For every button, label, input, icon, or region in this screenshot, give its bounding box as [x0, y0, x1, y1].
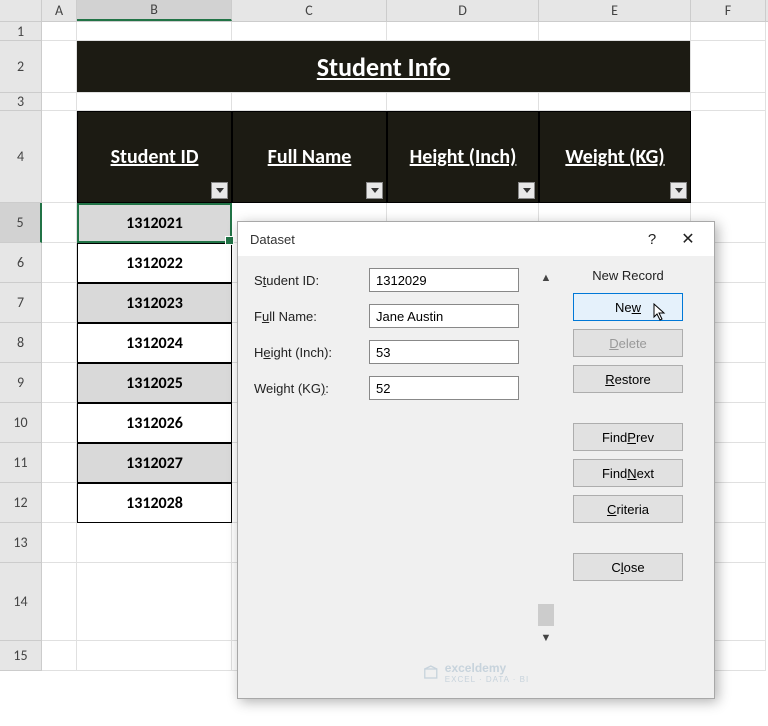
filter-dropdown-icon[interactable]	[518, 182, 535, 199]
col-header-d[interactable]: D	[387, 0, 539, 21]
scroll-up-icon[interactable]: ▲	[541, 272, 552, 284]
cursor-pointer-icon	[653, 303, 669, 323]
data-form-dialog: Dataset ? ✕ Student ID: Full Name: Heigh…	[237, 221, 715, 699]
restore-button[interactable]: Restore	[573, 365, 683, 393]
weight-label: Weight (KG):	[254, 381, 369, 396]
col-header-a[interactable]: A	[42, 0, 77, 21]
row-header-11[interactable]: 11	[0, 443, 42, 483]
delete-button: Delete	[573, 329, 683, 357]
student-id-input[interactable]	[369, 268, 519, 292]
table-header-full-name: Full Name	[232, 111, 387, 203]
col-header-c[interactable]: C	[232, 0, 387, 21]
row-header-15[interactable]: 15	[0, 641, 42, 671]
watermark-logo: exceldemy EXCEL · DATA · BI	[423, 661, 529, 684]
watermark-icon	[423, 665, 439, 681]
weight-input[interactable]	[369, 376, 519, 400]
cell-b7[interactable]: 1312023	[77, 283, 232, 323]
scroll-down-icon[interactable]: ▼	[541, 632, 552, 644]
row-header-2[interactable]: 2	[0, 41, 42, 93]
record-status: New Record	[592, 268, 664, 283]
scroll-thumb[interactable]	[538, 604, 554, 626]
page-title: Student Info	[77, 41, 691, 93]
col-header-b[interactable]: B	[77, 0, 232, 21]
row-header-7[interactable]: 7	[0, 283, 42, 323]
help-button[interactable]: ?	[634, 225, 670, 253]
col-header-e[interactable]: E	[539, 0, 691, 21]
col-header-f[interactable]: F	[691, 0, 766, 21]
row-header-12[interactable]: 12	[0, 483, 42, 523]
cell-b6[interactable]: 1312022	[77, 243, 232, 283]
table-header-student-id: Student ID	[77, 111, 232, 203]
header-label: Weight (KG)	[565, 145, 664, 169]
row-header-1[interactable]: 1	[0, 22, 42, 41]
column-headers: A B C D E F	[0, 0, 768, 22]
cell-b12[interactable]: 1312028	[77, 483, 232, 523]
table-header-weight: Weight (KG)	[539, 111, 691, 203]
dialog-buttons: New Record New Delete Restore Find Prev …	[563, 268, 693, 668]
close-button[interactable]: ✕	[670, 225, 706, 253]
cell-b8[interactable]: 1312024	[77, 323, 232, 363]
new-button[interactable]: New	[573, 293, 683, 321]
row-header-6[interactable]: 6	[0, 243, 42, 283]
filter-dropdown-icon[interactable]	[670, 182, 687, 199]
row-header-13[interactable]: 13	[0, 523, 42, 563]
row-header-14[interactable]: 14	[0, 563, 42, 641]
table-header-height: Height (Inch)	[387, 111, 539, 203]
select-all-corner[interactable]	[0, 0, 42, 21]
student-id-label: Student ID:	[254, 273, 369, 288]
row-header-5[interactable]: 5	[0, 203, 42, 243]
header-label: Student ID	[111, 145, 199, 169]
filter-dropdown-icon[interactable]	[211, 182, 228, 199]
filter-dropdown-icon[interactable]	[366, 182, 383, 199]
cell-b10[interactable]: 1312026	[77, 403, 232, 443]
header-label: Height (Inch)	[410, 145, 517, 169]
cell-b9[interactable]: 1312025	[77, 363, 232, 403]
row-header-3[interactable]: 3	[0, 93, 42, 111]
row-header-9[interactable]: 9	[0, 363, 42, 403]
row-header-8[interactable]: 8	[0, 323, 42, 363]
cell-b11[interactable]: 1312027	[77, 443, 232, 483]
find-next-button[interactable]: Find Next	[573, 459, 683, 487]
full-name-label: Full Name:	[254, 309, 369, 324]
row-header-10[interactable]: 10	[0, 403, 42, 443]
row-header-4[interactable]: 4	[0, 111, 42, 203]
height-label: Height (Inch):	[254, 345, 369, 360]
record-scrollbar[interactable]: ▲ ▼	[537, 268, 555, 668]
cell-b5[interactable]: 1312021	[77, 203, 232, 243]
form-fields: Student ID: Full Name: Height (Inch): We…	[254, 268, 529, 668]
dialog-title: Dataset	[250, 232, 634, 247]
full-name-input[interactable]	[369, 304, 519, 328]
dialog-titlebar[interactable]: Dataset ? ✕	[238, 222, 714, 256]
close-form-button[interactable]: Close	[573, 553, 683, 581]
header-label: Full Name	[268, 145, 352, 169]
criteria-button[interactable]: Criteria	[573, 495, 683, 523]
find-prev-button[interactable]: Find Prev	[573, 423, 683, 451]
height-input[interactable]	[369, 340, 519, 364]
